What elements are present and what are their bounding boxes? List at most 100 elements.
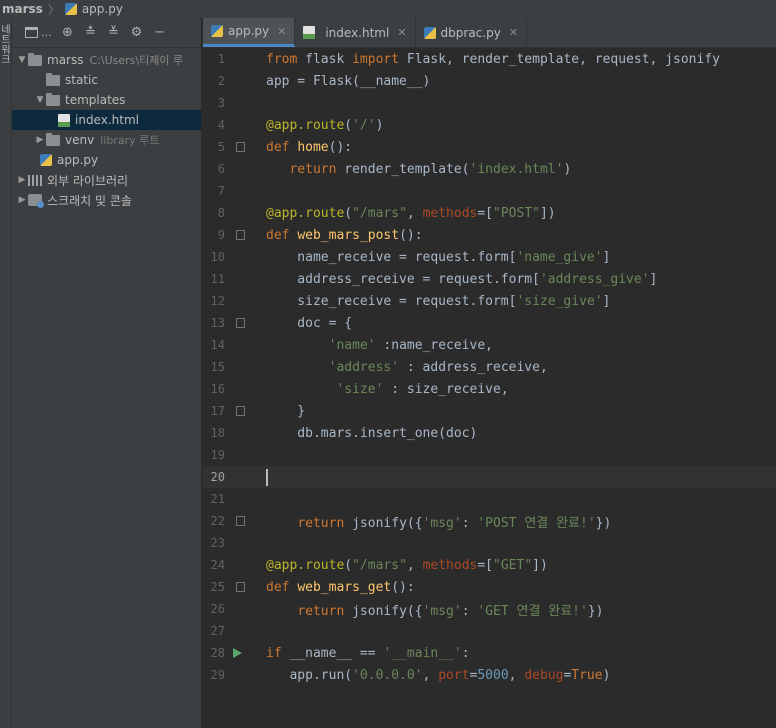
run-icon[interactable] bbox=[233, 648, 242, 658]
project-view-selector[interactable] bbox=[24, 26, 38, 40]
code-line[interactable]: 25 def web_mars_get(): bbox=[203, 576, 776, 598]
code-line[interactable]: 29 app.run('0.0.0.0', port=5000, debug=T… bbox=[203, 664, 776, 686]
tree-item-external-libraries[interactable]: ▶ 외부 라이브러리 bbox=[12, 170, 201, 190]
gutter[interactable] bbox=[225, 554, 266, 576]
fold-marker-icon[interactable] bbox=[236, 582, 245, 592]
code-line[interactable]: 21 bbox=[203, 488, 776, 510]
chevron-right-icon[interactable]: ▶ bbox=[34, 135, 46, 145]
tree-item-templates[interactable]: ▼ templates bbox=[12, 90, 201, 110]
gear-icon[interactable]: ⚙ bbox=[130, 25, 144, 40]
code-line[interactable]: 2 app = Flask(__name__) bbox=[203, 70, 776, 92]
chevron-right-icon[interactable]: ▶ bbox=[16, 195, 28, 205]
code-line[interactable]: 15 'address' : address_receive, bbox=[203, 356, 776, 378]
code-line[interactable]: 12 size_receive = request.form['size_giv… bbox=[203, 290, 776, 312]
gutter[interactable] bbox=[225, 290, 266, 312]
gutter[interactable] bbox=[225, 576, 266, 598]
html-file-icon bbox=[58, 113, 70, 127]
code-line[interactable]: 6 return render_template('index.html') bbox=[203, 158, 776, 180]
gutter[interactable] bbox=[225, 334, 266, 356]
fold-marker-icon[interactable] bbox=[236, 230, 245, 240]
breadcrumb-file[interactable]: app.py bbox=[82, 2, 123, 16]
close-icon[interactable]: ✕ bbox=[397, 26, 406, 39]
code-line[interactable]: 26 return jsonify({'msg': 'GET 연결 완료!'}) bbox=[203, 598, 776, 620]
close-icon[interactable]: ✕ bbox=[509, 26, 518, 39]
code-line[interactable]: 1 from flask import Flask, render_templat… bbox=[203, 48, 776, 70]
code-line[interactable]: 23 bbox=[203, 532, 776, 554]
code-line[interactable]: 3 bbox=[203, 92, 776, 114]
gutter[interactable] bbox=[225, 378, 266, 400]
tree-item-scratches[interactable]: ▶ 스크래치 및 콘솔 bbox=[12, 190, 201, 210]
gutter[interactable] bbox=[225, 114, 266, 136]
gutter[interactable] bbox=[225, 136, 266, 158]
code-line[interactable]: 22 return jsonify({'msg': 'POST 연결 완료!'}… bbox=[203, 510, 776, 532]
tree-item-app-py[interactable]: app.py bbox=[12, 150, 201, 170]
code-line[interactable]: 18 db.mars.insert_one(doc) bbox=[203, 422, 776, 444]
code-line[interactable]: 24 @app.route("/mars", methods=["GET"]) bbox=[203, 554, 776, 576]
chevron-down-icon[interactable]: ▼ bbox=[34, 95, 46, 105]
fold-marker-icon[interactable] bbox=[236, 406, 245, 416]
tab-app-py[interactable]: app.py ✕ bbox=[203, 18, 296, 47]
code-line[interactable]: 17 } bbox=[203, 400, 776, 422]
tree-item-static[interactable]: static bbox=[12, 70, 201, 90]
gutter[interactable] bbox=[225, 466, 266, 488]
code-line[interactable]: 14 'name' :name_receive, bbox=[203, 334, 776, 356]
tree-item-index-html[interactable]: index.html bbox=[12, 110, 201, 130]
code-line[interactable]: 28 if __name__ == '__main__': bbox=[203, 642, 776, 664]
chevron-right-icon[interactable]: ▶ bbox=[16, 175, 28, 185]
gutter[interactable] bbox=[225, 598, 266, 620]
gutter[interactable] bbox=[225, 642, 266, 664]
code-line[interactable]: 10 name_receive = request.form['name_giv… bbox=[203, 246, 776, 268]
fold-marker-icon[interactable] bbox=[236, 318, 245, 328]
code-line[interactable]: 11 address_receive = request.form['addre… bbox=[203, 268, 776, 290]
gutter[interactable] bbox=[225, 444, 266, 466]
code-line[interactable]: 19 bbox=[203, 444, 776, 466]
code-line[interactable]: 16 'size' : size_receive, bbox=[203, 378, 776, 400]
gutter[interactable] bbox=[225, 70, 266, 92]
line-number: 6 bbox=[217, 162, 225, 176]
hide-panel-icon[interactable]: − bbox=[153, 25, 167, 40]
gutter[interactable] bbox=[225, 92, 266, 114]
gutter[interactable] bbox=[225, 532, 266, 554]
gutter[interactable] bbox=[225, 48, 266, 70]
gutter[interactable] bbox=[225, 422, 266, 444]
gutter[interactable] bbox=[225, 202, 266, 224]
gutter[interactable] bbox=[225, 180, 266, 202]
tree-item-label: 스크래치 및 콘솔 bbox=[47, 193, 132, 208]
code-text: app = Flask(__name__) bbox=[266, 73, 431, 89]
python-file-icon bbox=[423, 26, 436, 39]
code-editor[interactable]: 1 from flask import Flask, render_templat… bbox=[203, 48, 776, 728]
gutter[interactable] bbox=[225, 224, 266, 246]
tab-index-html[interactable]: index.html ✕ bbox=[295, 18, 416, 47]
gutter[interactable] bbox=[225, 488, 266, 510]
gutter[interactable] bbox=[225, 620, 266, 642]
code-line[interactable]: 7 bbox=[203, 180, 776, 202]
code-line[interactable]: 8 @app.route("/mars", methods=["POST"]) bbox=[203, 202, 776, 224]
view-dropdown-icon[interactable]: ... bbox=[41, 26, 52, 39]
code-line[interactable]: 27 bbox=[203, 620, 776, 642]
code-line[interactable]: 13 doc = { bbox=[203, 312, 776, 334]
tree-item-marss[interactable]: ▼ marss C:\Users\티제이 루 bbox=[12, 50, 201, 70]
gutter[interactable] bbox=[225, 356, 266, 378]
fold-marker-icon[interactable] bbox=[236, 516, 245, 526]
tab-dbprac-py[interactable]: dbprac.py ✕ bbox=[416, 18, 528, 47]
gutter[interactable] bbox=[225, 246, 266, 268]
collapse-all-icon[interactable]: ≚ bbox=[107, 25, 121, 40]
locate-file-icon[interactable]: ⊕ bbox=[61, 25, 75, 40]
gutter[interactable] bbox=[225, 268, 266, 290]
breadcrumb-project[interactable]: marss bbox=[2, 2, 43, 16]
gutter[interactable] bbox=[225, 664, 266, 686]
fold-marker-icon[interactable] bbox=[236, 142, 245, 152]
code-line[interactable]: 9 def web_mars_post(): bbox=[203, 224, 776, 246]
network-tool-window-button[interactable]: 네 트 워 크 bbox=[0, 26, 12, 66]
chevron-down-icon[interactable]: ▼ bbox=[16, 55, 28, 65]
code-line[interactable]: 4 @app.route('/') bbox=[203, 114, 776, 136]
tree-item-venv[interactable]: ▶ venv library 루트 bbox=[12, 130, 201, 150]
code-line[interactable]: 20 bbox=[203, 466, 776, 488]
gutter[interactable] bbox=[225, 312, 266, 334]
gutter[interactable] bbox=[225, 510, 266, 532]
close-icon[interactable]: ✕ bbox=[277, 25, 286, 38]
code-line[interactable]: 5 def home(): bbox=[203, 136, 776, 158]
gutter[interactable] bbox=[225, 400, 266, 422]
expand-all-icon[interactable]: ≛ bbox=[84, 25, 98, 40]
gutter[interactable] bbox=[225, 158, 266, 180]
